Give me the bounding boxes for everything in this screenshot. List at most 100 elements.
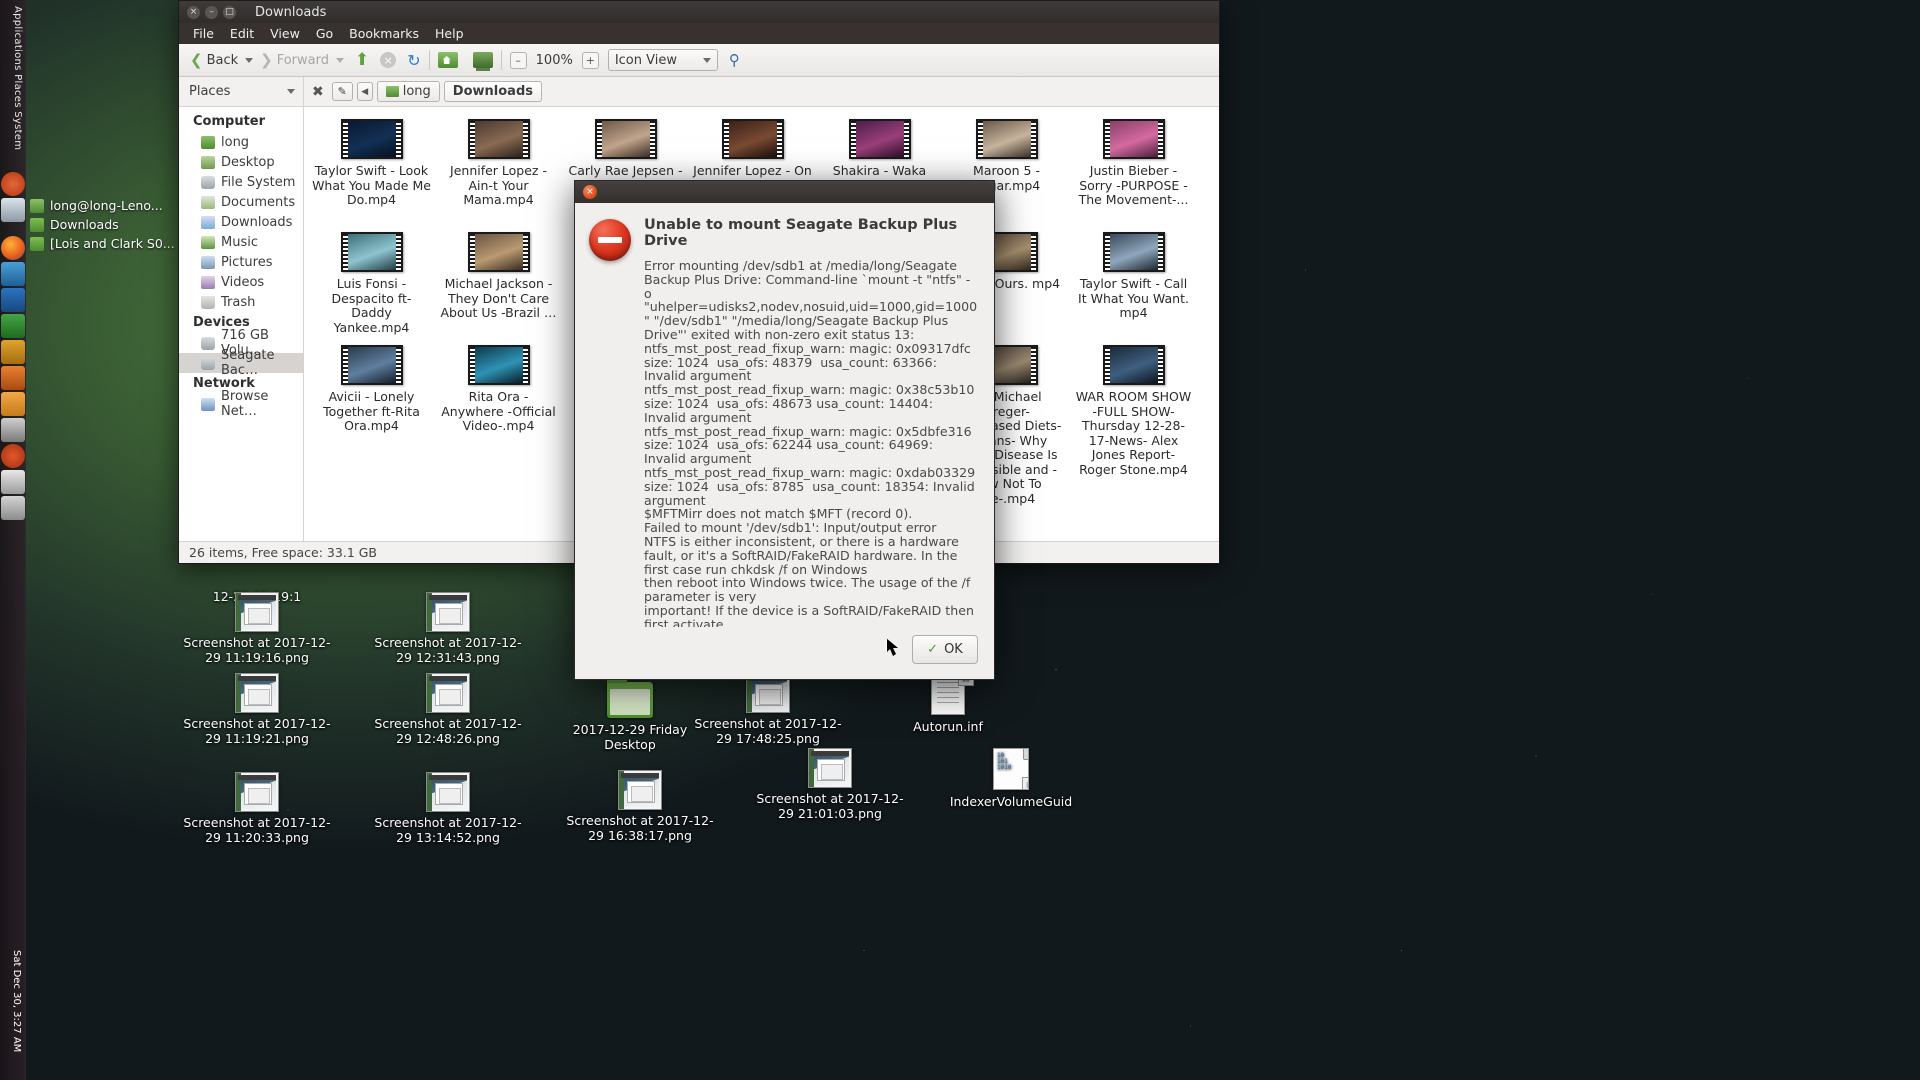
computer-icon[interactable] (472, 52, 493, 71)
file-item[interactable]: Taylor Swift - Look What You Made Me Do.… (308, 113, 435, 226)
ubuntu-software-icon[interactable] (1, 366, 25, 390)
menu-item-go[interactable]: Go (308, 26, 341, 41)
amazon-icon[interactable] (1, 392, 25, 416)
libreoffice-impress-icon[interactable] (1, 340, 25, 364)
view-mode-select[interactable]: Icon View (607, 49, 718, 71)
video-thumbnail-icon (1102, 345, 1165, 385)
thunderbird-icon[interactable] (1, 262, 25, 286)
sidebar-item-trash[interactable]: Trash (179, 292, 303, 312)
list-item[interactable]: Screenshot at 2017-12-29 11:19:16.png (182, 592, 332, 665)
breadcrumb[interactable]: ✖ ✎ ◀ long Downloads (304, 81, 542, 102)
list-item[interactable]: Screenshot at 2017-12-29 17:48:25.png (693, 673, 843, 746)
system-settings-icon[interactable] (1, 418, 25, 442)
list-item[interactable]: Screenshot at 2017-12-29 12:31:43.png (373, 592, 523, 665)
stop-icon[interactable]: × (380, 52, 397, 68)
file-item[interactable]: Jennifer Lopez - Ain-t Your Mama.mp4 (435, 113, 562, 226)
file-item[interactable]: Justin Bieber - Sorry -PURPOSE - The Mov… (1070, 113, 1197, 226)
trash-icon[interactable] (1, 496, 25, 520)
list-item[interactable]: Screenshot at 2017-12-29 21:01:03.png (755, 748, 905, 821)
window-titlebar[interactable]: × – □ Downloads (179, 1, 1219, 23)
sidebar-item-music[interactable]: Music (179, 232, 303, 252)
files-manager-icon[interactable] (1, 198, 25, 222)
desktop-shortcut-list[interactable]: long@long-Leno... Downloads [Lois and Cl… (30, 196, 175, 253)
minimize-icon[interactable]: – (205, 5, 218, 19)
menu-item-file[interactable]: File (185, 26, 222, 41)
chevron-right-icon: ❯ (260, 51, 273, 69)
zoom-out-button[interactable]: – (509, 51, 527, 69)
divider (500, 50, 502, 70)
desktop-shortcut-downloads[interactable]: Downloads (30, 215, 175, 234)
screenshot-thumbnail-icon (426, 592, 470, 632)
pencil-icon[interactable]: ✎ (331, 82, 353, 101)
list-item[interactable]: Screenshot at 2017-12-29 11:20:33.png (182, 772, 332, 845)
libreoffice-calc-icon[interactable] (1, 314, 25, 338)
file-item[interactable]: Taylor Swift - Call It What You Want. mp… (1070, 226, 1197, 339)
sidebar-item-label: Browse Net… (221, 389, 269, 419)
menubar[interactable]: File Edit View Go Bookmarks Help (179, 23, 1219, 44)
divider (428, 50, 430, 70)
list-item[interactable]: Screenshot at 2017-12-29 16:38:17.png (565, 770, 715, 843)
list-item[interactable]: Screenshot at 2017-12-29 12:48:26.png (373, 673, 523, 746)
file-item[interactable]: Rita Ora - Anywhere -Official Video-.mp4 (435, 339, 562, 510)
videos-icon (201, 275, 215, 289)
sidebar-item-browse-network[interactable]: Browse Net… (179, 389, 303, 419)
sidebar-item-desktop[interactable]: Desktop (179, 152, 303, 172)
list-item[interactable]: Screenshot at 2017-12-29 13:14:52.png (373, 772, 523, 845)
arrow-up-icon[interactable]: ⬆ (355, 51, 369, 69)
refresh-icon[interactable]: ↻ (407, 51, 420, 70)
places-bar[interactable]: Places ✖ ✎ ◀ long Downloads (179, 76, 1219, 107)
list-item[interactable]: × Autorun.inf (873, 670, 1023, 735)
sidebar-item-downloads[interactable]: Downloads (179, 212, 303, 232)
places-header[interactable]: Places (179, 76, 304, 107)
close-icon[interactable]: × (583, 185, 597, 199)
list-item[interactable]: 2017-12-29 Friday Desktop (555, 677, 705, 752)
ubuntu-dash-icon[interactable] (1, 172, 25, 196)
forward-button[interactable]: ❯ Forward (256, 49, 333, 71)
zoom-in-button[interactable]: + (581, 51, 599, 69)
file-item[interactable]: Avicii - Lonely Together ft-Rita Ora.mp4 (308, 339, 435, 510)
firefox-icon[interactable] (1, 236, 25, 260)
file-name: Jennifer Lopez - Ain-t Your Mama.mp4 (450, 163, 547, 207)
mount-error-dialog[interactable]: × Unable to mount Seagate Backup Plus Dr… (574, 180, 995, 680)
back-history-dropdown[interactable] (245, 57, 254, 63)
desktop-shortcut-lois-clark[interactable]: [Lois and Clark S0... (30, 234, 175, 253)
forward-history-dropdown[interactable] (336, 57, 344, 63)
close-icon[interactable]: ✖ (312, 84, 324, 100)
desktop-home-shortcut[interactable]: long@long-Leno... (30, 196, 175, 215)
search-icon[interactable]: ⚲ (729, 51, 740, 69)
sidebar-item-documents[interactable]: Documents (179, 192, 303, 212)
menu-item-edit[interactable]: Edit (222, 26, 262, 41)
file-item[interactable]: Luis Fonsi - Despacito ft-Daddy Yankee.m… (308, 226, 435, 339)
chevron-down-icon[interactable] (287, 89, 295, 94)
back-label: Back (206, 52, 239, 68)
help-icon[interactable] (1, 444, 25, 468)
maximize-icon[interactable]: □ (223, 5, 236, 19)
breadcrumb-item-long[interactable]: long (376, 81, 440, 102)
list-item[interactable]: 101011010× IndexerVolumeGuid (936, 748, 1086, 810)
sidebar-item-long[interactable]: long (179, 132, 303, 152)
home-icon[interactable] (437, 52, 458, 68)
breadcrumb-item-downloads[interactable]: Downloads (443, 81, 542, 102)
sidebar[interactable]: Computer long Desktop File System Docume… (179, 107, 304, 541)
menu-item-view[interactable]: View (262, 26, 308, 41)
back-button[interactable]: ❮ Back (186, 49, 242, 71)
sidebar-item-pictures[interactable]: Pictures (179, 252, 303, 272)
menu-item-help[interactable]: Help (427, 26, 472, 41)
check-icon: ✓ (927, 641, 939, 657)
file-item[interactable]: WAR ROOM SHOW -FULL SHOW-Thursday 12-28-… (1070, 339, 1197, 510)
close-icon[interactable]: × (187, 5, 200, 19)
list-item[interactable]: Screenshot at 2017-12-29 11:19:21.png (182, 673, 332, 746)
libreoffice-writer-icon[interactable] (1, 288, 25, 312)
video-thumbnail-icon (467, 345, 530, 385)
menu-item-bookmarks[interactable]: Bookmarks (341, 26, 427, 41)
dialog-titlebar[interactable]: × (575, 181, 994, 203)
launcher-icon-strip[interactable] (0, 170, 26, 522)
toolbar[interactable]: ❮ Back ❯ Forward ⬆ × ↻ – 100% + Icon Vie… (179, 44, 1219, 77)
sidebar-item-seagate-backup[interactable]: Seagate Bac… (179, 348, 303, 378)
chevron-left-icon[interactable]: ◀ (356, 82, 373, 101)
file-item[interactable]: Michael Jackson - They Don't Care About … (435, 226, 562, 339)
sidebar-item-videos[interactable]: Videos (179, 272, 303, 292)
volume-icon[interactable] (1, 470, 25, 494)
sidebar-item-file-system[interactable]: File System (179, 172, 303, 192)
ok-button[interactable]: ✓ OK (912, 634, 978, 664)
